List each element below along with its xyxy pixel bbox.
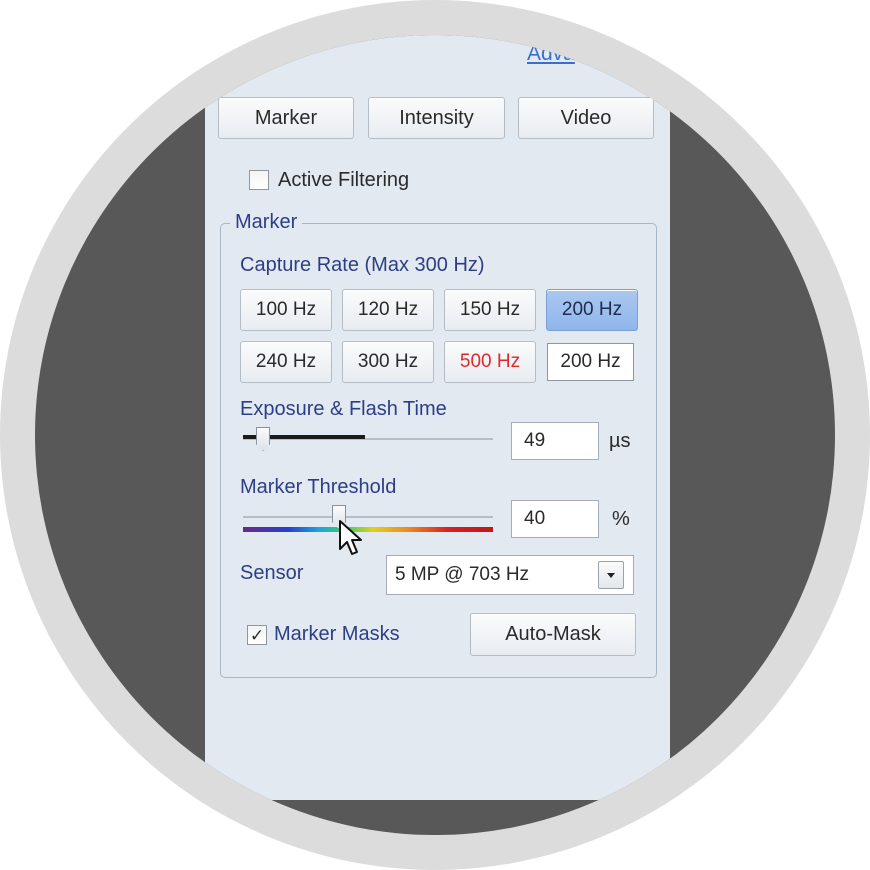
rate-100-button[interactable]: 100 Hz — [240, 289, 332, 331]
tab-intensity[interactable]: Intensity — [368, 97, 505, 139]
capture-rate-label: Capture Rate (Max 300 Hz) — [240, 254, 485, 276]
threshold-slider-track — [243, 516, 493, 518]
exposure-label: Exposure & Flash Time — [240, 398, 447, 420]
mouse-cursor-icon — [339, 520, 362, 555]
checkmark-icon: ✓ — [249, 625, 265, 645]
sensor-label: Sensor — [240, 562, 304, 584]
rate-300-button[interactable]: 300 Hz — [342, 341, 434, 383]
sensor-dropdown-button[interactable] — [598, 561, 624, 589]
marker-masks-checkbox[interactable]: ✓ — [247, 625, 267, 645]
collapse-icon — [255, 66, 265, 74]
marker-masks-label: Marker Masks — [274, 623, 400, 645]
marker-group-title: Marker — [230, 211, 303, 234]
magnifier-viewport: Adva Marker Intensity Video Active Filte… — [35, 35, 835, 835]
exposure-unit: µs — [609, 430, 631, 452]
rate-200-button[interactable]: 200 Hz — [546, 289, 638, 331]
active-filtering-checkbox[interactable] — [249, 170, 269, 190]
tab-marker[interactable]: Marker — [218, 97, 354, 139]
exposure-input[interactable]: 49 — [511, 422, 599, 460]
rate-500-button[interactable]: 500 Hz — [444, 341, 536, 383]
rate-150-button[interactable]: 150 Hz — [444, 289, 536, 331]
sensor-select[interactable]: 5 MP @ 703 Hz — [386, 555, 634, 595]
threshold-label: Marker Threshold — [240, 476, 397, 498]
active-filtering-label: Active Filtering — [278, 169, 410, 191]
threshold-unit: % — [612, 508, 630, 530]
settings-panel: Adva Marker Intensity Video Active Filte… — [205, 35, 670, 800]
threshold-color-scale — [243, 527, 493, 532]
chevron-down-icon — [607, 572, 615, 578]
auto-mask-button[interactable]: Auto-Mask — [470, 613, 636, 656]
sensor-select-value: 5 MP @ 703 Hz — [395, 564, 530, 585]
threshold-input[interactable]: 40 — [511, 500, 599, 538]
tab-video[interactable]: Video — [518, 97, 654, 139]
rate-240-button[interactable]: 240 Hz — [240, 341, 332, 383]
custom-rate-input[interactable]: 200 Hz — [547, 343, 634, 381]
advanced-link[interactable]: Adva — [527, 42, 575, 66]
rate-120-button[interactable]: 120 Hz — [342, 289, 434, 331]
